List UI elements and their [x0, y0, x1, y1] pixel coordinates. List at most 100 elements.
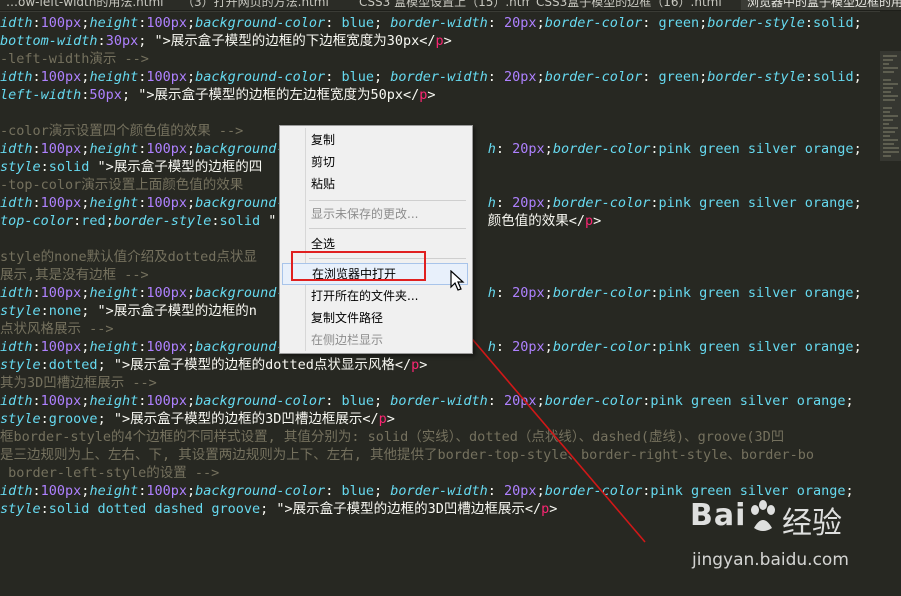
code-token: > [549, 501, 558, 517]
tab-label: （3）打开网页的方法.html [182, 0, 329, 9]
code-line[interactable]: style:none; ">展示盒子模型的边框的n [0, 302, 257, 320]
code-token: background-color [195, 69, 326, 85]
minimap-line [883, 91, 891, 93]
minimap-line [883, 55, 897, 57]
code-token: ; "> [138, 33, 171, 49]
code-token: 100px [40, 285, 82, 301]
code-token: solid [812, 15, 854, 31]
code-token: ; [373, 15, 391, 31]
code-line[interactable]: 展示,其是没有边框 --> [0, 266, 149, 284]
minimap-line [883, 95, 898, 97]
code-token: : [32, 141, 41, 157]
code-token: </ [419, 33, 436, 49]
code-token: </ [524, 501, 542, 517]
code-token: style [0, 357, 41, 373]
tab-file-3[interactable]: CSS3 盒模型设置上（15）.html [353, 0, 536, 10]
code-line[interactable]: style:solid dotted dashed groove; ">展示盒子… [0, 500, 557, 518]
code-line[interactable]: -top-color演示设置上面颜色值的效果 [0, 176, 243, 194]
code-line[interactable]: idth:100px;height:100px;background-color… [0, 68, 862, 86]
code-token: 展示盒子模型的边框的下边框宽度为30px [170, 33, 420, 49]
code-line[interactable]: 点状风格展示 --> [0, 320, 114, 338]
code-token: groove [48, 411, 98, 427]
code-token: ; [544, 339, 553, 355]
code-token: blue [341, 483, 374, 499]
code-token: 20px [512, 285, 545, 301]
code-token: red [81, 213, 106, 229]
code-token: ; [187, 285, 196, 301]
code-token: : [32, 393, 41, 409]
code-line[interactable]: style:groove; ">展示盒子模型的边框的3D凹槽边框展示</p> [0, 410, 395, 428]
code-token: : [487, 15, 505, 31]
code-token: 100px [146, 285, 187, 301]
code-line[interactable]: bottom-width:30px; ">展示盒子模型的边框的下边框宽度为30p… [0, 32, 452, 50]
tab-file-1[interactable]: …ow-left-width的用法.html [0, 0, 182, 10]
code-line[interactable]: -left-width演示 --> [0, 50, 149, 68]
minimap-line [883, 59, 893, 61]
code-token: 20px [512, 195, 545, 211]
code-token: ; "> [260, 501, 293, 517]
code-token: ; [544, 285, 553, 301]
code-token: height [89, 195, 139, 211]
menu-item-open-containing-folder[interactable]: 打开所在的文件夹... [282, 285, 468, 307]
code-token: : [650, 195, 659, 211]
code-line[interactable]: border-left-style的设置 --> [0, 464, 219, 482]
code-token: idth [0, 339, 33, 355]
code-line[interactable]: -color演示设置四个颜色值的效果 --> [0, 122, 243, 140]
code-token: 框border-style的4个边框的不同样式设置, 其值分别为: solid（… [0, 429, 785, 445]
code-token: </ [362, 411, 379, 427]
code-line[interactable]: 其为3D凹槽边框展示 --> [0, 374, 157, 392]
tab-file-4[interactable]: CSS3盒子模型的边框（16）.html [530, 0, 747, 10]
code-token: : [804, 69, 813, 85]
paw-logo-icon [751, 500, 775, 531]
code-token: ; "> [121, 87, 155, 103]
code-token: border-left-style的设置 --> [0, 465, 220, 481]
code-token: 100px [146, 15, 187, 31]
tab-file-active[interactable]: 浏览器中的盒子模型边框的用法.html [741, 0, 901, 10]
code-line[interactable]: left-width:50px; ">展示盒子模型的边框的左边框宽度为50px<… [0, 86, 436, 104]
code-token: : [642, 69, 659, 85]
code-line[interactable]: idth:100px;height:100px;background-color… [0, 14, 862, 32]
code-token: idth [0, 141, 33, 157]
code-line[interactable]: 是三边规则为上、左右、下, 其设置两边规则为上下、左右, 其他提供了border… [0, 446, 814, 464]
code-token: background-color [195, 483, 326, 499]
code-token: : [32, 69, 41, 85]
code-token: ; [187, 483, 196, 499]
code-token: : [642, 15, 659, 31]
code-token: ; [853, 339, 862, 355]
code-token: 是三边规则为上、左右、下, 其设置两边规则为上下、左右, 其他提供了border… [0, 447, 815, 463]
code-token: ; [536, 69, 545, 85]
code-token: solid [812, 69, 854, 85]
code-token: idth [0, 195, 33, 211]
code-line[interactable]: idth:100px;height:100px;background-color… [0, 392, 854, 410]
code-token: ; [187, 339, 196, 355]
minimap-line [883, 151, 899, 153]
tab-label: CSS3盒子模型的边框（16）.html [536, 0, 722, 9]
code-line[interactable]: style的none默认值介绍及dotted点状显 [0, 248, 257, 266]
code-token: border-width [390, 15, 488, 31]
code-token: idth [0, 69, 33, 85]
menu-item-copy-file-path[interactable]: 复制文件路径 [282, 307, 468, 329]
code-token: : [40, 357, 49, 373]
code-token: ; [187, 15, 196, 31]
tab-file-2[interactable]: （3）打开网页的方法.html [176, 0, 359, 10]
code-token: 展示盒子模型的边框的n [113, 303, 257, 319]
code-token: 20px [512, 339, 545, 355]
code-token: : [325, 15, 342, 31]
code-token: height [89, 339, 139, 355]
code-token: h [487, 285, 496, 301]
code-token: border-color [544, 483, 643, 499]
menu-item-copy[interactable]: 复制 [282, 129, 468, 151]
code-token: ; [536, 483, 545, 499]
minimap-line [883, 131, 895, 133]
menu-item-paste[interactable]: 粘贴 [282, 173, 468, 195]
minimap-line [883, 147, 899, 149]
code-line[interactable]: 框border-style的4个边框的不同样式设置, 其值分别为: solid（… [0, 428, 784, 446]
code-token: 100px [146, 483, 187, 499]
menu-item-cut[interactable]: 剪切 [282, 151, 468, 173]
code-token: border-width [390, 69, 488, 85]
code-line[interactable]: style:solid ">展示盒子模型的边框的四 [0, 158, 262, 176]
code-line[interactable]: style:dotted; ">展示盒子模型的边框的dotted点状显示风格</… [0, 356, 427, 374]
minimap-line [883, 63, 889, 65]
code-token: : [804, 15, 813, 31]
context-menu: 复制 剪切 粘贴 显示未保存的更改... 全选 在浏览器中打开 打开所在的文件夹… [279, 125, 473, 354]
